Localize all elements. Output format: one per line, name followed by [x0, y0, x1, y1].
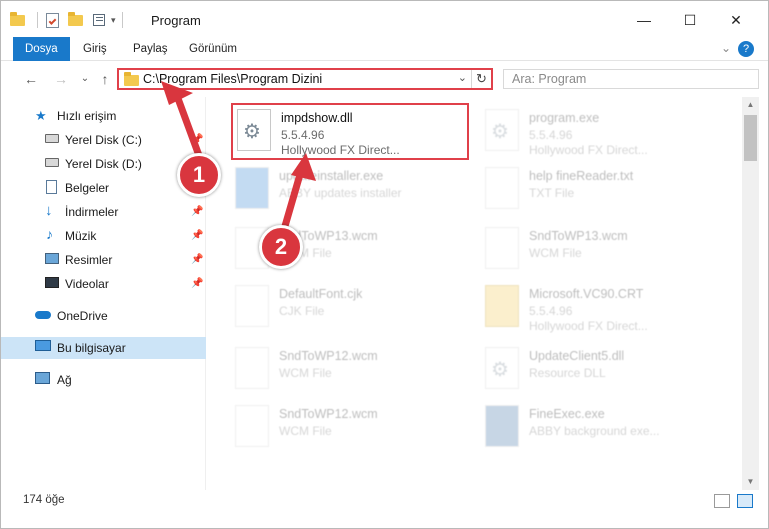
- explorer-window: ▾ Program — ☐ ✕ Dosya Giriş Paylaş Görün…: [0, 0, 769, 529]
- arrow-2: [279, 167, 305, 237]
- arrow-2-head: [291, 153, 316, 181]
- annotation-arrows: [161, 81, 316, 237]
- callout-2: 2: [259, 225, 303, 269]
- callout-1: 1: [177, 153, 221, 197]
- arrow-1: [172, 89, 205, 165]
